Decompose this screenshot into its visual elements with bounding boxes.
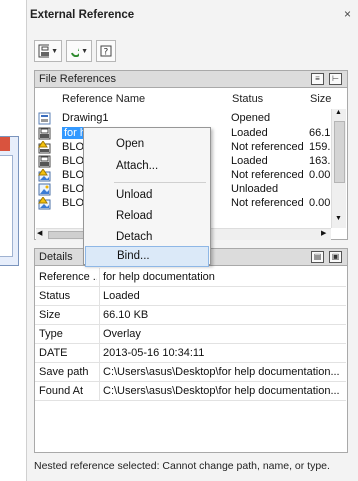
details-row: Size 66.10 KB (35, 306, 346, 325)
scroll-right-icon[interactable]: ▶ (321, 229, 326, 237)
reference-status: Opened (231, 112, 271, 124)
attach-dwg-icon (38, 44, 50, 58)
image-warning-icon (38, 169, 51, 182)
details-row: Found At C:\Users\asus\Desktop\for help … (35, 382, 346, 401)
details-value: C:\Users\asus\Desktop\for help documenta… (103, 366, 340, 378)
details-value[interactable]: Overlay (103, 328, 343, 340)
details-key: DATE (39, 347, 68, 359)
menu-item-unload[interactable]: Unload (85, 185, 209, 206)
reference-size: 163. (309, 155, 331, 167)
background-window-titlebar (0, 137, 10, 151)
table-row[interactable]: Drawing1 Opened (35, 112, 331, 125)
details-value: 66.10 KB (103, 309, 149, 321)
vertical-scrollbar[interactable]: ▲ ▼ (331, 109, 346, 228)
reference-status: Unloaded (231, 183, 279, 195)
context-menu: Open Attach... Unload Reload Detach Bind… (83, 127, 211, 267)
details-key: Status (39, 290, 71, 302)
details-value: Loaded (103, 290, 140, 302)
details-divider (99, 287, 100, 305)
dwg-warning-icon (38, 141, 51, 154)
details-value: C:\Users\asus\Desktop\for help documenta… (103, 385, 340, 397)
reference-name: Drawing1 (62, 112, 109, 124)
svg-text:?: ? (104, 48, 109, 58)
column-header-status[interactable]: Status (232, 93, 263, 105)
details-row: Reference ... for help documentation (35, 268, 346, 287)
menu-item-detach[interactable]: Detach (85, 227, 209, 248)
reference-status: Not referenced (231, 197, 304, 209)
details-title: Details (39, 251, 73, 263)
reference-status: Loaded (231, 155, 268, 167)
refresh-button[interactable]: ▼ (66, 40, 92, 62)
image-warning-icon (38, 197, 51, 210)
dwg-icon (38, 155, 51, 168)
details-divider (99, 325, 100, 343)
tree-view-icon[interactable]: ⊢ (329, 73, 342, 85)
chevron-down-icon[interactable]: ▼ (51, 48, 58, 55)
details-row: DATE 2013-05-16 10:34:11 (35, 344, 346, 363)
file-references-title: File References (39, 73, 117, 85)
file-references-header: File References ≡ ⊢ (34, 70, 348, 88)
drawing-icon (38, 112, 51, 125)
details-key: Type (39, 328, 63, 340)
details-key: Size (39, 309, 61, 321)
details-key: Reference ... (39, 271, 97, 283)
menu-item-bind[interactable]: Bind... (85, 246, 209, 267)
chevron-down-icon[interactable]: ▼ (81, 48, 88, 55)
menu-item-open[interactable]: Open (85, 134, 209, 155)
background-window-content (0, 155, 13, 257)
scroll-down-icon[interactable]: ▼ (335, 215, 342, 222)
menu-item-reload[interactable]: Reload (85, 206, 209, 227)
dwg-icon (38, 127, 51, 140)
help-button[interactable]: ? (96, 40, 116, 62)
reference-size: 159. (309, 141, 331, 153)
details-value[interactable]: for help documentation (103, 271, 343, 283)
column-header-name[interactable]: Reference Name (62, 93, 145, 105)
details-divider (99, 306, 100, 324)
reference-status: Loaded (231, 127, 268, 139)
reference-size: 66.1 (309, 127, 331, 139)
menu-separator (114, 182, 206, 183)
reference-status: Not referenced (231, 141, 304, 153)
details-divider (99, 344, 100, 362)
status-message: Nested reference selected: Cannot change… (34, 460, 330, 472)
scroll-up-icon[interactable]: ▲ (335, 109, 342, 116)
menu-item-attach[interactable]: Attach... (85, 156, 209, 177)
attach-dwg-button[interactable]: ▼ (34, 40, 62, 62)
details-divider (99, 268, 100, 286)
details-row: Type Overlay (35, 325, 346, 344)
details-divider (99, 382, 100, 400)
column-header-size[interactable]: Size (310, 93, 331, 105)
list-view-icon[interactable]: ≡ (311, 73, 324, 85)
details-divider (99, 363, 100, 381)
reference-size: 0.00 (309, 197, 331, 209)
image-icon (38, 183, 51, 196)
details-value: 2013-05-16 10:34:11 (103, 347, 205, 359)
refresh-icon (71, 48, 80, 57)
help-icon: ? (100, 45, 112, 57)
details-row: Save path C:\Users\asus\Desktop\for help… (35, 363, 346, 382)
details-row: Status Loaded (35, 287, 346, 306)
details-view-icon[interactable]: ▤ (311, 251, 324, 263)
reference-size: 0.00 (309, 169, 331, 181)
details-key: Save path (39, 366, 89, 378)
background-window-fragment (0, 136, 19, 266)
palette-title: External Reference (30, 9, 135, 21)
details-key: Found At (39, 385, 84, 397)
reference-status: Not referenced (231, 169, 304, 181)
scroll-thumb[interactable] (334, 121, 345, 183)
close-button[interactable]: × (344, 7, 351, 21)
scroll-left-icon[interactable]: ◀ (37, 229, 42, 237)
preview-view-icon[interactable]: ▣ (329, 251, 342, 263)
